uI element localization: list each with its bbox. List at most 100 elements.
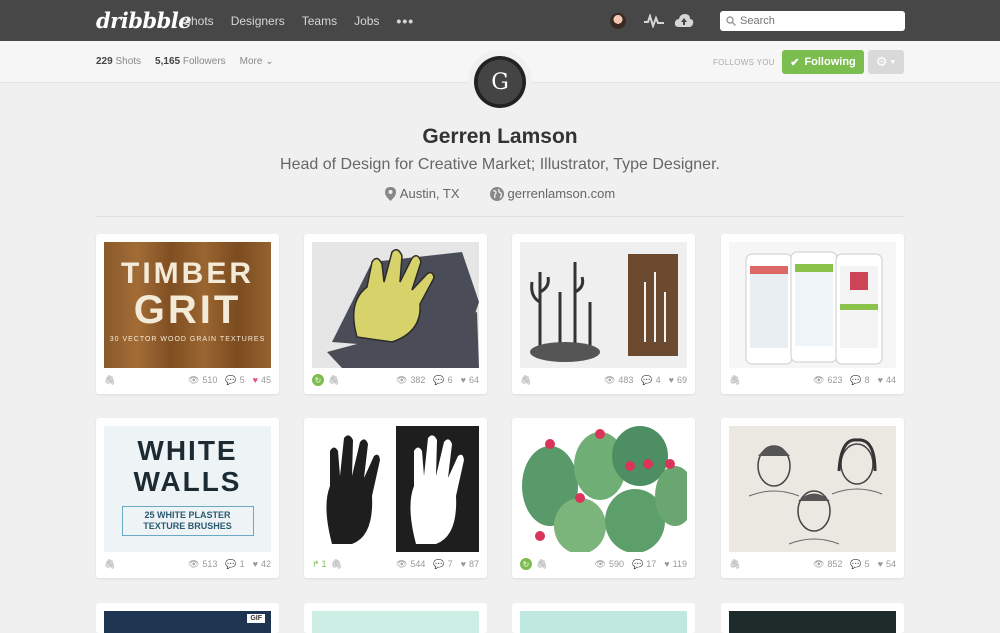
shot-meta: ↻ 🖇 👁 382 💬 6 ♥ 64 xyxy=(312,373,479,387)
shot-thumbnail-cactus-illustration[interactable] xyxy=(520,242,687,368)
attachment-icon[interactable]: 🖇 xyxy=(729,559,740,570)
likes-stat[interactable]: ♥ 69 xyxy=(669,375,687,385)
comments-stat[interactable]: 💬 7 xyxy=(433,559,452,570)
shots-stat[interactable]: 229 Shots xyxy=(96,56,141,67)
shot-card[interactable]: 🖇 👁 483 💬 4 ♥ 69 xyxy=(512,234,695,394)
watercolor-cactus-art xyxy=(520,426,687,552)
shot-meta: 🖇 👁 852 💬 5 ♥ 54 xyxy=(729,557,896,571)
nav-user-area xyxy=(610,0,694,41)
profile-name: Gerren Lamson xyxy=(422,125,578,148)
attachment-icon[interactable]: 🖇 xyxy=(520,375,531,386)
more-menu[interactable]: More ⌄ xyxy=(240,56,274,67)
comments-stat[interactable]: 💬 4 xyxy=(641,375,660,386)
nav-jobs[interactable]: Jobs xyxy=(354,14,379,28)
caret-down-icon: ▼ xyxy=(889,58,897,66)
shot-card[interactable]: TIMBER GRIT 30 VECTOR WOOD GRAIN TEXTURE… xyxy=(96,234,279,394)
likes-stat[interactable]: ♥ 45 xyxy=(253,375,271,385)
shot-card[interactable]: 🖇 👁 852 💬 5 ♥ 54 xyxy=(721,418,904,578)
thumb-text: WHITE xyxy=(137,435,238,466)
nav-teams[interactable]: Teams xyxy=(302,14,337,28)
rebounds-stat[interactable]: ↱ 1 xyxy=(312,559,327,570)
cactus-sketch-art xyxy=(520,242,687,368)
upload-cloud-icon[interactable] xyxy=(674,13,694,29)
gear-icon: ⚙ xyxy=(875,54,888,69)
comments-stat[interactable]: 💬 6 xyxy=(433,375,452,386)
shot-thumbnail[interactable] xyxy=(520,611,687,633)
top-navigation: dribbble Shots Designers Teams Jobs ••• xyxy=(0,0,1000,41)
shot-card[interactable]: GIF xyxy=(96,603,279,633)
likes-stat[interactable]: ♥ 87 xyxy=(461,559,479,569)
followers-stat[interactable]: 5,165 Followers xyxy=(155,56,226,67)
shot-thumbnail-make-good-print[interactable] xyxy=(312,242,479,368)
shot-thumbnail-watercolor-cactus[interactable] xyxy=(520,426,687,552)
shot-thumbnail-white-walls[interactable]: WHITE WALLS 25 WHITE PLASTER TEXTURE BRUS… xyxy=(104,426,271,552)
likes-stat[interactable]: ♥ 44 xyxy=(878,375,896,385)
eye-icon: 👁 xyxy=(395,558,408,569)
iphone-mockups-art xyxy=(729,242,896,368)
attachment-icon[interactable]: 🖇 xyxy=(328,375,339,386)
settings-dropdown-button[interactable]: ⚙ ▼ xyxy=(868,50,904,74)
attachment-icon[interactable]: 🖇 xyxy=(104,559,115,570)
following-button[interactable]: ✔ Following xyxy=(782,50,864,74)
profile-avatar[interactable]: G xyxy=(468,50,532,114)
attachment-icon[interactable]: 🖇 xyxy=(104,375,115,386)
attachment-icon[interactable]: 🖇 xyxy=(331,559,342,570)
likes-stat[interactable]: ♥ 64 xyxy=(461,375,479,385)
profile-bio: Head of Design for Creative Market; Illu… xyxy=(280,156,720,173)
comment-icon: 💬 xyxy=(632,558,644,569)
shot-meta: 🖇 👁 483 💬 4 ♥ 69 xyxy=(520,373,687,387)
shot-card[interactable]: WHITE WALLS 25 WHITE PLASTER TEXTURE BRUS… xyxy=(96,418,279,578)
nav-more-dots[interactable]: ••• xyxy=(396,13,414,29)
shot-card[interactable] xyxy=(304,603,487,633)
divider xyxy=(96,216,904,217)
likes-stat[interactable]: ♥ 54 xyxy=(878,559,896,569)
comment-icon: 💬 xyxy=(433,374,445,385)
views-stat: 👁 483 xyxy=(603,374,634,386)
comments-stat[interactable]: 💬 5 xyxy=(850,559,869,570)
shot-card[interactable] xyxy=(721,603,904,633)
comment-icon: 💬 xyxy=(850,374,862,385)
search-box[interactable] xyxy=(720,11,905,31)
thumb-text: TIMBER xyxy=(121,257,254,290)
thumb-text: 30 VECTOR WOOD GRAIN TEXTURES xyxy=(109,336,266,343)
shot-card[interactable]: 🖇 👁 623 💬 8 ♥ 44 xyxy=(721,234,904,394)
globe-icon xyxy=(489,186,504,201)
shot-card[interactable]: ↻ 🖇 👁 590 💬 17 ♥ 119 xyxy=(512,418,695,578)
comments-stat[interactable]: 💬 8 xyxy=(850,375,869,386)
shot-card[interactable]: ↱ 1 🖇 👁 544 💬 7 ♥ 87 xyxy=(304,418,487,578)
profile-website[interactable]: gerrenlamson.com xyxy=(489,186,615,201)
shot-card[interactable] xyxy=(512,603,695,633)
shot-thumbnail-portrait-sketches[interactable] xyxy=(729,426,896,552)
eye-icon: 👁 xyxy=(594,558,607,569)
profile-details: Austin, TX gerrenlamson.com xyxy=(0,186,1000,201)
comments-stat[interactable]: 💬 17 xyxy=(632,559,656,570)
shot-thumbnail[interactable]: GIF xyxy=(104,611,271,633)
shot-thumbnail[interactable] xyxy=(312,611,479,633)
shot-thumbnail-make-good-hands[interactable] xyxy=(312,426,479,552)
rebound-arrow-icon: ↱ xyxy=(312,558,320,569)
user-avatar[interactable] xyxy=(610,12,626,29)
nav-designers[interactable]: Designers xyxy=(231,14,285,28)
comments-stat[interactable]: 💬 1 xyxy=(225,559,244,570)
shot-card[interactable]: ↻ 🖇 👁 382 💬 6 ♥ 64 xyxy=(304,234,487,394)
profile-avatar-image: G xyxy=(474,56,526,108)
likes-stat[interactable]: ♥ 42 xyxy=(253,559,271,569)
likes-stat[interactable]: ♥ 119 xyxy=(664,559,687,569)
nav-links: Shots Designers Teams Jobs ••• xyxy=(183,0,414,41)
shot-thumbnail-mobile-screens[interactable] xyxy=(729,242,896,368)
dribbble-logo[interactable]: dribbble xyxy=(96,8,192,33)
shot-meta: ↻ 🖇 👁 590 💬 17 ♥ 119 xyxy=(520,557,687,571)
views-stat: 👁 382 xyxy=(395,374,426,386)
attachment-icon[interactable]: 🖇 xyxy=(536,559,547,570)
search-input[interactable] xyxy=(740,15,890,27)
rebound-icon[interactable]: ↻ xyxy=(520,558,532,570)
rebound-icon[interactable]: ↻ xyxy=(312,374,324,386)
shot-thumbnail[interactable] xyxy=(729,611,896,633)
attachment-icon[interactable]: 🖇 xyxy=(729,375,740,386)
nav-shots[interactable]: Shots xyxy=(183,14,214,28)
shot-thumbnail-timber-grit[interactable]: TIMBER GRIT 30 VECTOR WOOD GRAIN TEXTURE… xyxy=(104,242,271,368)
activity-icon[interactable] xyxy=(644,13,664,28)
comments-stat[interactable]: 💬 5 xyxy=(225,375,244,386)
views-stat: 👁 513 xyxy=(187,558,218,570)
follows-you-label: FOLLOWS YOU xyxy=(713,58,775,67)
